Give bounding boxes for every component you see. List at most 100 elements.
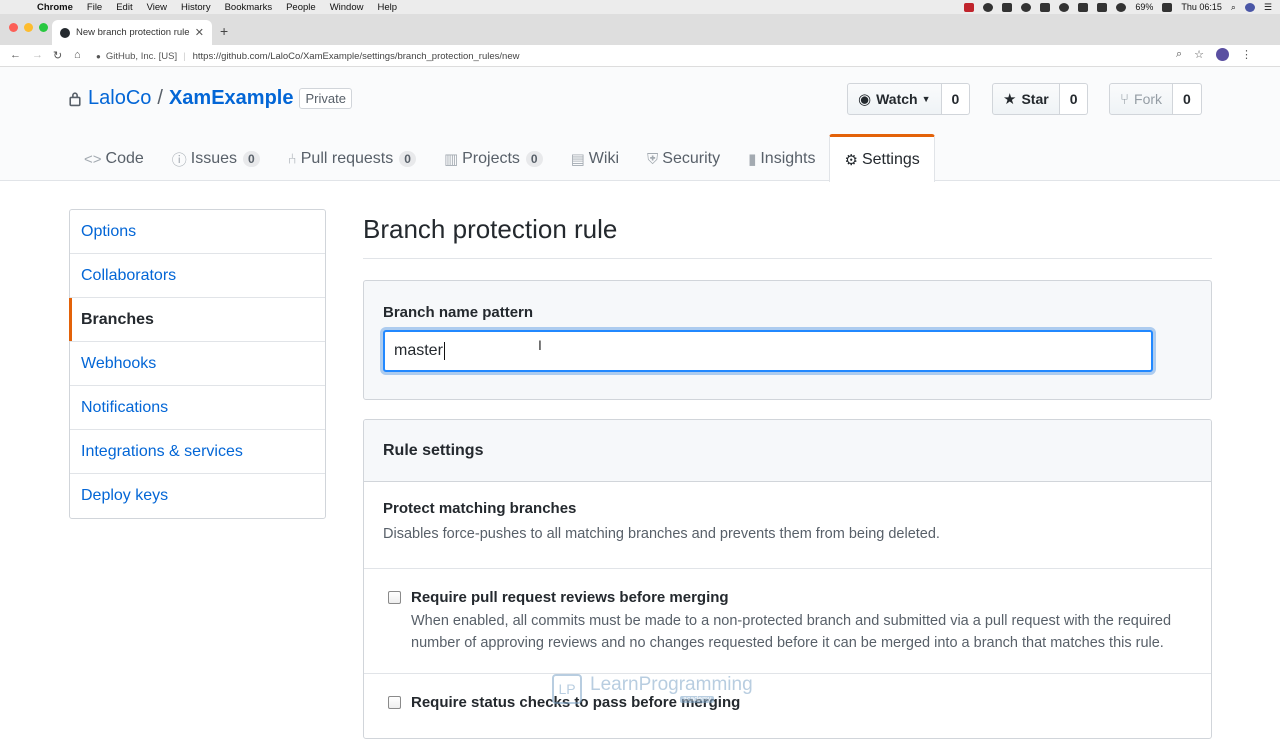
display-status-icon[interactable] <box>1078 2 1089 12</box>
sidebar-item-collaborators[interactable]: Collaborators <box>70 254 325 298</box>
repo-name-link[interactable]: XamExample <box>169 87 294 110</box>
fork-label: Fork <box>1134 91 1163 107</box>
address-bar[interactable]: ● GitHub, Inc. [US] | https://github.com… <box>96 47 1226 65</box>
menu-history[interactable]: History <box>181 2 211 13</box>
learnprogramming-watermark: LP LearnProgramming academy <box>552 672 753 706</box>
require-reviews-title[interactable]: Require pull request reviews before merg… <box>411 589 1192 606</box>
sidebar-item-notifications[interactable]: Notifications <box>70 386 325 430</box>
pull-request-icon: ⑃ <box>287 150 297 168</box>
sidebar-item-deploy-keys[interactable]: Deploy keys <box>70 474 325 518</box>
lock-status-icon[interactable] <box>1040 2 1051 12</box>
menu-view[interactable]: View <box>147 2 167 13</box>
secure-lock-icon[interactable]: ● <box>96 52 101 61</box>
chrome-menu-icon[interactable]: ⋮ <box>1241 48 1252 61</box>
new-tab-plus-icon[interactable]: + <box>220 23 228 39</box>
ibeam-cursor-icon: I <box>538 337 542 353</box>
menu-file[interactable]: File <box>87 2 102 13</box>
url-text[interactable]: https://github.com/LaloCo/XamExample/set… <box>193 51 520 62</box>
forward-arrow-icon[interactable]: → <box>32 49 43 61</box>
omnibox-divider: | <box>183 50 186 62</box>
wifi-icon[interactable] <box>1116 2 1127 12</box>
star-label: Star <box>1021 91 1049 107</box>
sidebar-item-integrations[interactable]: Integrations & services <box>70 430 325 474</box>
require-reviews-checkbox[interactable] <box>388 591 401 604</box>
issues-counter: 0 <box>243 151 260 167</box>
star-group: ★ Star 0 <box>992 83 1089 115</box>
tab-settings-label: Settings <box>861 150 920 168</box>
tab-wiki[interactable]: ▤ Wiki <box>557 134 633 181</box>
battery-icon[interactable] <box>1162 2 1173 12</box>
browser-tab[interactable]: New branch protection rule ✕ <box>52 20 212 45</box>
eye-icon: ◉ <box>858 91 872 108</box>
reload-icon[interactable]: ↻ <box>53 49 62 62</box>
watermark-logo-icon: LP <box>552 674 582 704</box>
menu-app-name[interactable]: Chrome <box>37 2 73 13</box>
sidebar-item-webhooks[interactable]: Webhooks <box>70 342 325 386</box>
back-arrow-icon[interactable]: ← <box>10 49 21 61</box>
repo-header: LaloCo / XamExample Private ◉ Watch ▼ 0 … <box>0 67 1280 182</box>
tab-issues[interactable]: ⓘ Issues 0 <box>158 134 274 181</box>
require-status-checks-option: Require status checks to pass before mer… <box>364 674 1211 711</box>
cloud-status-icon[interactable] <box>983 2 994 12</box>
tab-projects-label: Projects <box>462 150 520 167</box>
fork-icon: ⑂ <box>1120 90 1130 108</box>
bookmark-star-icon[interactable]: ☆ <box>1194 48 1204 61</box>
require-status-checks-title[interactable]: Require status checks to pass before mer… <box>411 694 1192 711</box>
app-status-icon[interactable] <box>1002 2 1013 12</box>
require-status-checks-checkbox[interactable] <box>388 696 401 709</box>
menu-help[interactable]: Help <box>377 2 397 13</box>
menu-people[interactable]: People <box>286 2 316 13</box>
tab-title: New branch protection rule <box>76 27 190 38</box>
tab-projects[interactable]: ▥ Projects 0 <box>430 134 557 181</box>
require-reviews-description: When enabled, all commits must be made t… <box>411 613 1172 651</box>
branch-pattern-input[interactable]: master <box>383 330 1153 372</box>
zoom-magnifier-icon[interactable]: ⌕ <box>1176 48 1182 61</box>
siri-icon[interactable] <box>1244 2 1255 12</box>
bluetooth-icon[interactable] <box>1097 2 1108 12</box>
fork-group: ⑂ Fork 0 <box>1109 83 1202 115</box>
minimize-window-button[interactable] <box>24 23 33 32</box>
rule-settings-box: Rule settings Protect matching branches … <box>363 419 1212 739</box>
sidebar-item-branches[interactable]: Branches <box>69 298 325 342</box>
menu-edit[interactable]: Edit <box>116 2 132 13</box>
notification-center-icon[interactable]: ☰ <box>1264 2 1272 13</box>
watch-button[interactable]: ◉ Watch ▼ <box>847 83 942 115</box>
tab-close-icon[interactable]: ✕ <box>195 26 204 39</box>
tab-settings[interactable]: ⚙ Settings <box>829 134 935 182</box>
tab-pull-requests[interactable]: ⑃ Pull requests 0 <box>274 134 430 181</box>
home-icon[interactable]: ⌂ <box>74 49 81 61</box>
close-window-button[interactable] <box>9 23 18 32</box>
dropdown-caret-icon: ▼ <box>921 94 931 104</box>
sidebar-item-options[interactable]: Options <box>70 210 325 254</box>
book-icon: ▤ <box>570 151 585 168</box>
tab-security-label: Security <box>662 150 721 167</box>
watermark-sub: academy <box>680 696 715 703</box>
main-content: Branch protection rule Branch name patte… <box>363 206 1212 739</box>
tab-insights[interactable]: ▮ Insights <box>734 134 829 181</box>
status-area: 69% Thu 06:15 ⌕ ☰ <box>964 0 1272 14</box>
spotlight-search-icon[interactable]: ⌕ <box>1231 2 1236 13</box>
star-icon: ★ <box>1003 91 1017 108</box>
repo-owner-link[interactable]: LaloCo <box>88 87 151 110</box>
page-title: Branch protection rule <box>363 214 1212 259</box>
zoom-window-button[interactable] <box>39 23 48 32</box>
sync-status-icon[interactable] <box>1021 2 1032 12</box>
watch-count[interactable]: 0 <box>941 83 971 115</box>
menubar-clock[interactable]: Thu 06:15 <box>1181 2 1222 12</box>
menu-bookmarks[interactable]: Bookmarks <box>225 2 273 13</box>
watermark-brand: LearnProgramming <box>590 674 753 695</box>
fork-button[interactable]: ⑂ Fork <box>1109 83 1174 115</box>
profile-avatar[interactable] <box>1216 48 1229 61</box>
project-icon: ▥ <box>443 151 459 168</box>
browser-toolbar: ← → ↻ ⌂ ● GitHub, Inc. [US] | https://gi… <box>0 45 1280 67</box>
star-button[interactable]: ★ Star <box>992 83 1060 115</box>
star-count[interactable]: 0 <box>1059 83 1089 115</box>
graph-icon: ▮ <box>748 151 757 168</box>
protect-branches-section: Protect matching branches Disables force… <box>364 482 1211 569</box>
menu-window[interactable]: Window <box>330 2 364 13</box>
fork-count[interactable]: 0 <box>1173 83 1202 115</box>
info-status-icon[interactable] <box>1059 2 1070 12</box>
record-status-icon[interactable] <box>964 2 975 12</box>
tab-code[interactable]: <> Code <box>70 134 158 181</box>
tab-security[interactable]: ⛨ Security <box>633 134 734 181</box>
